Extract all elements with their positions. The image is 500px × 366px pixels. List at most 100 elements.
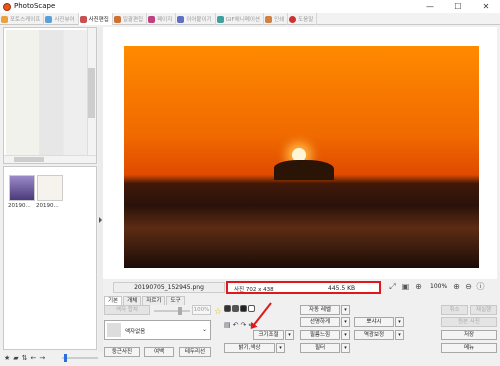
- status-bar: 20190705_152945.png 사진 702 x 438 445.5 K…: [103, 281, 497, 294]
- favorite-star-icon[interactable]: ☆: [214, 307, 222, 317]
- edit-subtabs: 기본 개체 자르기 도구: [104, 296, 204, 305]
- tab-label: GIF애니메이션: [225, 17, 260, 23]
- sharpen-button[interactable]: 선명하게: [300, 317, 340, 327]
- slider-knob[interactable]: [178, 307, 182, 315]
- maximize-button[interactable]: ☐: [444, 0, 472, 13]
- film-button[interactable]: 필름느낌: [300, 330, 340, 340]
- tab-label: 인쇄: [273, 17, 285, 23]
- swatch-black[interactable]: [240, 305, 247, 312]
- backlight-button[interactable]: 역광보정: [354, 330, 394, 340]
- explorer-horizontal-scrollbar[interactable]: [4, 155, 96, 163]
- filter-button[interactable]: 필터: [300, 343, 340, 353]
- auto-level-button[interactable]: 자동 레벨: [300, 305, 340, 315]
- thumbnail-size-slider[interactable]: [62, 354, 98, 362]
- open-folder-icon[interactable]: ▤: [224, 321, 231, 329]
- sharpen-dropdown[interactable]: ▾: [341, 317, 350, 327]
- folder-explorer[interactable]: [3, 27, 97, 164]
- undo-button[interactable]: 취소: [441, 305, 468, 315]
- tab-batch[interactable]: 일괄편집: [113, 13, 148, 25]
- tab-photoscape[interactable]: 포토스케이프: [0, 13, 45, 25]
- collapse-arrow-icon[interactable]: [99, 217, 102, 223]
- tab-print[interactable]: 인쇄: [264, 13, 289, 25]
- tab-label: 페이지: [157, 17, 173, 23]
- redo-button[interactable]: 재실행: [470, 305, 497, 315]
- tab-viewer[interactable]: 사진뷰어: [44, 13, 79, 25]
- thumbnail-list: 20190... 20190...: [3, 166, 97, 350]
- swatch-white[interactable]: [248, 305, 255, 312]
- bloom-dropdown[interactable]: ▾: [395, 317, 404, 327]
- margin-button[interactable]: 여백: [144, 347, 174, 357]
- window-title: PhotoScape: [14, 2, 56, 10]
- image-info-highlight: 사진 702 x 438 445.5 KB: [226, 281, 381, 294]
- file-name: 20190705_152945.png: [113, 282, 225, 293]
- rounded-photo-button[interactable]: 둥근사진: [104, 347, 140, 357]
- frame-name: 액자없음: [125, 329, 146, 335]
- frame-percent-field[interactable]: 100%: [192, 305, 211, 315]
- tab-label: 사진편집: [88, 17, 109, 23]
- frame-opacity-slider[interactable]: [154, 307, 190, 315]
- swatch-dark[interactable]: [224, 305, 231, 312]
- bloom-button[interactable]: 뽀샤시: [354, 317, 394, 327]
- page-icon: [148, 15, 156, 23]
- zoom-level: 100%: [430, 283, 448, 290]
- edit-panel: 액자 합쳐 100% ☆ 액자없음 ⌄ 둥근사진 여백 테두리선 ▤ ↶ ↷ ⇔…: [104, 302, 497, 361]
- viewer-icon: [45, 15, 53, 23]
- photoscape-icon: [1, 15, 8, 23]
- corner-style-swatches: [224, 305, 255, 312]
- explorer-vertical-scrollbar[interactable]: [87, 28, 96, 156]
- star-icon[interactable]: ★: [4, 354, 10, 362]
- tab-help[interactable]: 도움말: [288, 13, 318, 25]
- tab-combine[interactable]: 이어붙이기: [176, 13, 216, 25]
- swatch-gray[interactable]: [232, 305, 239, 312]
- rotate-right-icon[interactable]: ↷: [241, 321, 247, 329]
- auto-level-dropdown[interactable]: ▾: [341, 305, 350, 315]
- editor-icon: [79, 15, 87, 23]
- frame-select[interactable]: 액자없음 ⌄: [104, 320, 211, 340]
- scroll-thumb[interactable]: [14, 157, 44, 162]
- frame-preview: [107, 323, 121, 337]
- file-size: 445.5 KB: [328, 285, 356, 292]
- main-tabs: 포토스케이프 사진뷰어 사진편집 일괄편집 페이지 이어붙이기 GIF애니메이션…: [0, 13, 500, 25]
- image-canvas[interactable]: [103, 27, 497, 279]
- zoom-plus-icon[interactable]: ⊕: [451, 281, 462, 292]
- subtab-tools[interactable]: 도구: [166, 296, 185, 305]
- fit-icon[interactable]: ⤢: [387, 281, 398, 292]
- scroll-thumb[interactable]: [88, 68, 95, 118]
- forward-icon[interactable]: →: [39, 354, 45, 362]
- resize-button[interactable]: 크기조절: [253, 330, 284, 340]
- gif-icon: [216, 15, 224, 23]
- film-dropdown[interactable]: ▾: [341, 330, 350, 340]
- sort-icon[interactable]: ⇅: [22, 354, 28, 362]
- info-icon[interactable]: ⓘ: [475, 281, 486, 292]
- resize-dropdown[interactable]: ▾: [285, 330, 294, 340]
- subtab-basic[interactable]: 기본: [104, 296, 123, 305]
- frame-line-button[interactable]: 테두리선: [179, 347, 211, 357]
- brightness-dropdown[interactable]: ▾: [276, 343, 285, 353]
- frame-merge-button[interactable]: 액자 합쳐: [104, 305, 150, 315]
- thumbnail-2[interactable]: [37, 175, 63, 201]
- rotate-left-icon[interactable]: ↶: [233, 321, 239, 329]
- tab-gif[interactable]: GIF애니메이션: [216, 13, 264, 25]
- tab-label: 사진뷰어: [54, 17, 75, 23]
- brightness-color-button[interactable]: 밝기,색상: [224, 343, 275, 353]
- thumbnail-toolbar: ★ ▰ ⇅ ← →: [4, 354, 45, 362]
- thumbnail-1[interactable]: [9, 175, 35, 201]
- tab-page[interactable]: 페이지: [147, 13, 177, 25]
- filter-dropdown[interactable]: ▾: [341, 343, 350, 353]
- subtab-crop[interactable]: 자르기: [142, 296, 166, 305]
- backlight-dropdown[interactable]: ▾: [395, 330, 404, 340]
- close-button[interactable]: ✕: [472, 0, 500, 13]
- save-button[interactable]: 저장: [441, 330, 497, 340]
- minimize-button[interactable]: —: [416, 0, 444, 13]
- subtab-object[interactable]: 개체: [123, 296, 142, 305]
- restore-original-button[interactable]: 원본 사진: [441, 317, 497, 327]
- folder-icon[interactable]: ▰: [13, 354, 18, 362]
- zoom-out-icon[interactable]: ⊖: [463, 281, 474, 292]
- tab-editor[interactable]: 사진편집: [78, 13, 113, 25]
- zoom-in-icon[interactable]: ⊕: [413, 281, 424, 292]
- slider-knob[interactable]: [64, 354, 67, 362]
- tab-label: 일괄편집: [122, 17, 144, 23]
- back-icon[interactable]: ←: [31, 354, 37, 362]
- actual-size-icon[interactable]: ▣: [400, 281, 411, 292]
- menu-button[interactable]: 메뉴: [441, 343, 497, 353]
